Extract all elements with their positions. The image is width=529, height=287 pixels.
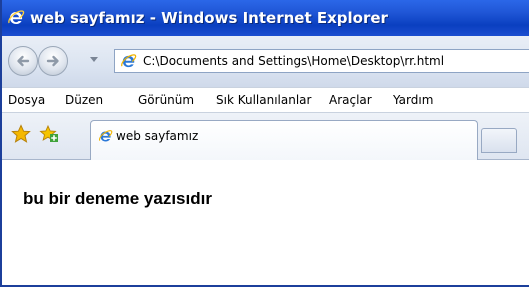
menu-araclar[interactable]: Araçlar: [329, 93, 372, 107]
back-button[interactable]: [8, 46, 38, 76]
add-favorite-icon[interactable]: [39, 124, 59, 144]
forward-button[interactable]: [38, 46, 68, 76]
favorites-star-icon[interactable]: [11, 124, 31, 144]
menu-bar: Dosya Düzen Görünüm Sık Kullanılanlar Ar…: [2, 87, 529, 113]
ie-logo-icon: [121, 54, 137, 68]
menu-gorunum[interactable]: Görünüm: [138, 93, 194, 107]
window-title: web sayfamız - Windows Internet Explorer: [30, 9, 388, 27]
tab-web-sayfamiz[interactable]: web sayfamız: [90, 120, 478, 160]
tab-label: web sayfamız: [116, 129, 199, 143]
tab-bar: web sayfamız: [2, 113, 529, 160]
chevron-down-icon[interactable]: [90, 57, 98, 62]
menu-dosya[interactable]: Dosya: [8, 93, 45, 107]
menu-yardim[interactable]: Yardım: [393, 93, 433, 107]
browser-window: web sayfamız - Windows Internet Explorer…: [0, 0, 529, 287]
forward-arrow-icon: [46, 55, 59, 67]
new-tab-button[interactable]: [481, 128, 517, 153]
page-heading: bu bir deneme yazısıdır: [23, 189, 212, 208]
menu-sik-kullanilanlar[interactable]: Sık Kullanılanlar: [216, 93, 311, 107]
navigation-bar: C:\Documents and Settings\Home\Desktop\r…: [2, 36, 529, 87]
page-content: bu bir deneme yazısıdır: [4, 160, 529, 285]
ie-logo-icon: [99, 130, 113, 142]
address-url[interactable]: C:\Documents and Settings\Home\Desktop\r…: [143, 54, 444, 68]
title-bar[interactable]: web sayfamız - Windows Internet Explorer: [2, 0, 529, 36]
back-arrow-icon: [17, 55, 30, 67]
menu-duzen[interactable]: Düzen: [65, 93, 103, 107]
address-bar[interactable]: C:\Documents and Settings\Home\Desktop\r…: [114, 49, 529, 73]
ie-logo-icon: [8, 10, 25, 24]
